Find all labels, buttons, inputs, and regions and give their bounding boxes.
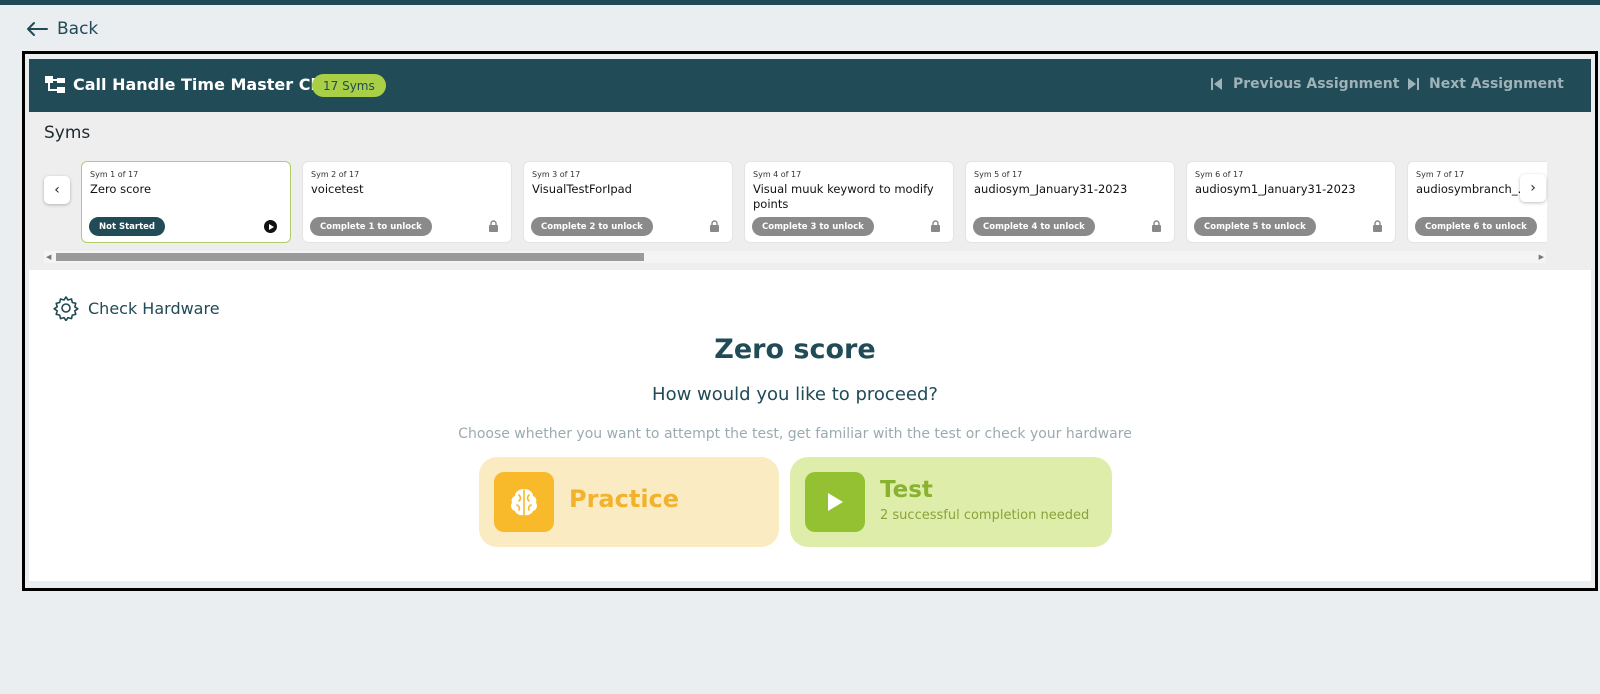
- practice-button[interactable]: Practice: [479, 457, 779, 547]
- check-hardware-label: Check Hardware: [88, 298, 220, 318]
- lock-icon: [1152, 220, 1161, 232]
- back-label: Back: [57, 19, 99, 39]
- course-title: Call Handle Time Master Class: [73, 75, 346, 94]
- lock-icon: [489, 220, 498, 232]
- scrollbar-thumb[interactable]: [56, 253, 644, 261]
- sym-index: Sym 2 of 17: [311, 170, 360, 179]
- assignment-frame: Call Handle Time Master Class 17 Syms Pr…: [22, 51, 1598, 591]
- arrow-left-icon: [27, 22, 48, 36]
- test-label: Test: [880, 477, 933, 503]
- sym-title: Zero score: [714, 334, 876, 365]
- sym-status-badge: Complete 5 to unlock: [1194, 217, 1316, 236]
- sym-card-1[interactable]: Sym 1 of 17 Zero score Not Started: [81, 161, 291, 243]
- sym-index: Sym 3 of 17: [532, 170, 581, 179]
- sym-status-badge: Complete 1 to unlock: [310, 217, 432, 236]
- test-button[interactable]: Test 2 successful completion needed: [790, 457, 1112, 547]
- brain-icon: [494, 472, 554, 532]
- sym-count-badge: 17 Syms: [312, 74, 386, 97]
- skip-previous-icon: [1211, 78, 1222, 90]
- proceed-description: Choose whether you want to attempt the t…: [458, 426, 1132, 442]
- play-icon: [805, 472, 865, 532]
- lock-icon: [710, 220, 719, 232]
- next-assignment-button[interactable]: Next Assignment: [1406, 76, 1564, 92]
- chevron-right-icon: ›: [1530, 180, 1536, 196]
- scroll-left-arrow-icon[interactable]: ◀: [46, 251, 51, 263]
- play-circle-icon[interactable]: [264, 220, 277, 233]
- sym-status-badge: Complete 2 to unlock: [531, 217, 653, 236]
- sym-name: voicetest: [311, 182, 364, 196]
- sym-index: Sym 1 of 17: [90, 170, 139, 179]
- previous-assignment-button[interactable]: Previous Assignment: [1210, 76, 1399, 92]
- sym-card-6[interactable]: Sym 6 of 17 audiosym1_January31-2023 Com…: [1186, 161, 1396, 243]
- sym-card-5[interactable]: Sym 5 of 17 audiosym_January31-2023 Comp…: [965, 161, 1175, 243]
- back-button[interactable]: Back: [26, 17, 98, 41]
- sym-status-badge: Not Started: [89, 217, 166, 236]
- sym-name: Zero score: [90, 182, 152, 196]
- assignment-header: Call Handle Time Master Class 17 Syms Pr…: [29, 59, 1591, 112]
- sym-status-badge: Complete 6 to unlock: [1415, 217, 1537, 236]
- sym-card-4[interactable]: Sym 4 of 17 Visual muuk keyword to modif…: [744, 161, 954, 243]
- next-assignment-label: Next Assignment: [1429, 76, 1564, 92]
- top-accent-bar: [0, 0, 1600, 5]
- gear-icon: [53, 296, 79, 321]
- sym-status-badge: Complete 3 to unlock: [752, 217, 874, 236]
- practice-label: Practice: [569, 485, 680, 513]
- carousel-prev-button[interactable]: ‹: [44, 176, 70, 204]
- sym-index: Sym 5 of 17: [974, 170, 1023, 179]
- lock-icon: [931, 220, 940, 232]
- scroll-right-arrow-icon[interactable]: ▶: [1539, 251, 1544, 263]
- check-hardware-button[interactable]: Check Hardware: [53, 295, 220, 321]
- sym-name: Visual muuk keyword to modify points: [753, 182, 934, 211]
- carousel-scrollbar[interactable]: ◀ ▶: [44, 251, 1546, 263]
- sym-status-badge: Complete 4 to unlock: [973, 217, 1095, 236]
- test-completion-note: 2 successful completion needed: [880, 508, 1090, 523]
- sym-name: VisualTestForIpad: [532, 182, 632, 196]
- assignment-card: Call Handle Time Master Class 17 Syms Pr…: [29, 59, 1591, 581]
- sym-index: Sym 4 of 17: [753, 170, 802, 179]
- sym-index: Sym 7 of 17: [1416, 170, 1465, 179]
- lock-icon: [1373, 220, 1382, 232]
- sym-card-2[interactable]: Sym 2 of 17 voicetest Complete 1 to unlo…: [302, 161, 512, 243]
- chevron-left-icon: ‹: [54, 182, 60, 198]
- syms-section-title: Syms: [44, 123, 91, 143]
- previous-assignment-label: Previous Assignment: [1233, 76, 1400, 92]
- skip-next-icon: [1408, 78, 1419, 90]
- sym-index: Sym 6 of 17: [1195, 170, 1244, 179]
- carousel-next-button[interactable]: ›: [1520, 174, 1546, 202]
- hierarchy-icon: [45, 76, 65, 93]
- proceed-question: How would you like to proceed?: [652, 384, 938, 405]
- sym-card-3[interactable]: Sym 3 of 17 VisualTestForIpad Complete 2…: [523, 161, 733, 243]
- sym-name: audiosym_January31-2023: [974, 182, 1128, 196]
- syms-carousel: Syms ‹ Sym 1 of 17 Zero score Not Starte…: [29, 112, 1591, 270]
- sym-name: audiosym1_January31-2023: [1195, 182, 1356, 196]
